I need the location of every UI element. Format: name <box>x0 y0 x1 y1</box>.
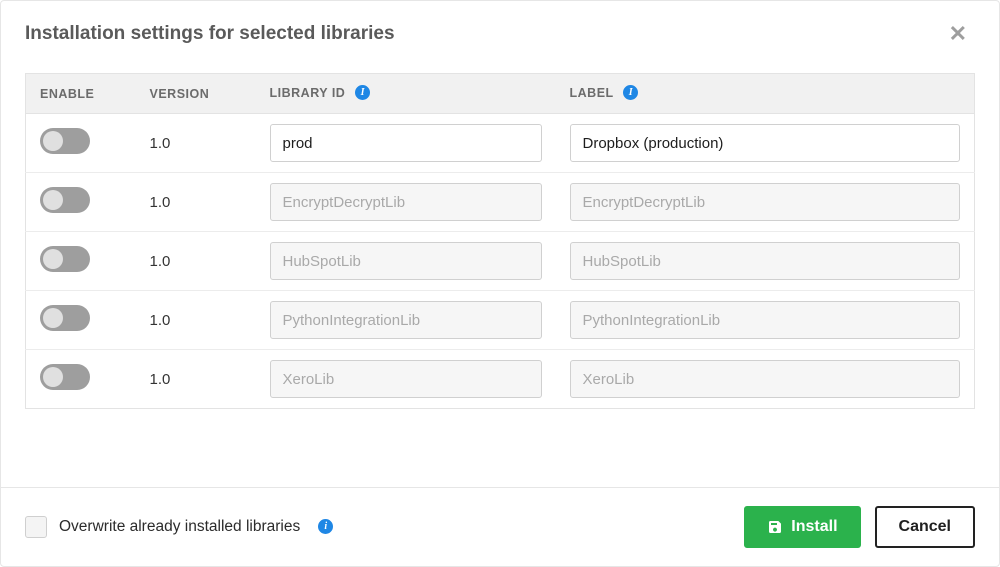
table-row: 1.0 <box>26 114 975 173</box>
install-settings-modal: Installation settings for selected libra… <box>0 0 1000 567</box>
table-row: 1.0 <box>26 173 975 232</box>
library-id-input[interactable] <box>270 301 542 339</box>
library-id-input[interactable] <box>270 183 542 221</box>
table-row: 1.0 <box>26 232 975 291</box>
version-cell: 1.0 <box>136 173 256 232</box>
version-cell: 1.0 <box>136 291 256 350</box>
label-input[interactable] <box>570 124 961 162</box>
enable-toggle[interactable] <box>40 187 90 213</box>
enable-toggle[interactable] <box>40 364 90 390</box>
label-input[interactable] <box>570 183 961 221</box>
label-input[interactable] <box>570 301 961 339</box>
install-button-label: Install <box>791 518 837 536</box>
label-input[interactable] <box>570 242 961 280</box>
library-id-input[interactable] <box>270 124 542 162</box>
enable-toggle[interactable] <box>40 128 90 154</box>
overwrite-label: Overwrite already installed libraries <box>59 518 300 536</box>
footer-actions: Install Cancel <box>744 506 975 548</box>
label-input[interactable] <box>570 360 961 398</box>
modal-footer: Overwrite already installed libraries i … <box>1 487 999 566</box>
col-header-enable: Enable <box>26 74 136 114</box>
overwrite-checkbox[interactable] <box>25 516 47 538</box>
info-icon[interactable]: i <box>355 85 370 100</box>
libraries-table: Enable Version Library ID i Label i 1.01… <box>25 73 975 409</box>
modal-header: Installation settings for selected libra… <box>1 1 999 61</box>
enable-toggle[interactable] <box>40 246 90 272</box>
col-header-label-label: Label <box>570 86 614 100</box>
cancel-button-label: Cancel <box>899 518 951 536</box>
modal-body: Enable Version Library ID i Label i 1.01… <box>1 61 999 487</box>
modal-title: Installation settings for selected libra… <box>25 23 395 45</box>
enable-toggle[interactable] <box>40 305 90 331</box>
table-row: 1.0 <box>26 291 975 350</box>
overwrite-group: Overwrite already installed libraries i <box>25 516 333 538</box>
version-cell: 1.0 <box>136 350 256 409</box>
install-button[interactable]: Install <box>744 506 860 548</box>
library-id-input[interactable] <box>270 242 542 280</box>
cancel-button[interactable]: Cancel <box>875 506 975 548</box>
version-cell: 1.0 <box>136 114 256 173</box>
col-header-library-id-label: Library ID <box>270 86 346 100</box>
close-icon[interactable]: ✕ <box>941 19 975 49</box>
col-header-label: Label i <box>556 74 975 114</box>
info-icon[interactable]: i <box>623 85 638 100</box>
version-cell: 1.0 <box>136 232 256 291</box>
table-row: 1.0 <box>26 350 975 409</box>
library-id-input[interactable] <box>270 360 542 398</box>
save-icon <box>767 519 783 535</box>
col-header-library-id: Library ID i <box>256 74 556 114</box>
col-header-version: Version <box>136 74 256 114</box>
info-icon[interactable]: i <box>318 519 333 534</box>
